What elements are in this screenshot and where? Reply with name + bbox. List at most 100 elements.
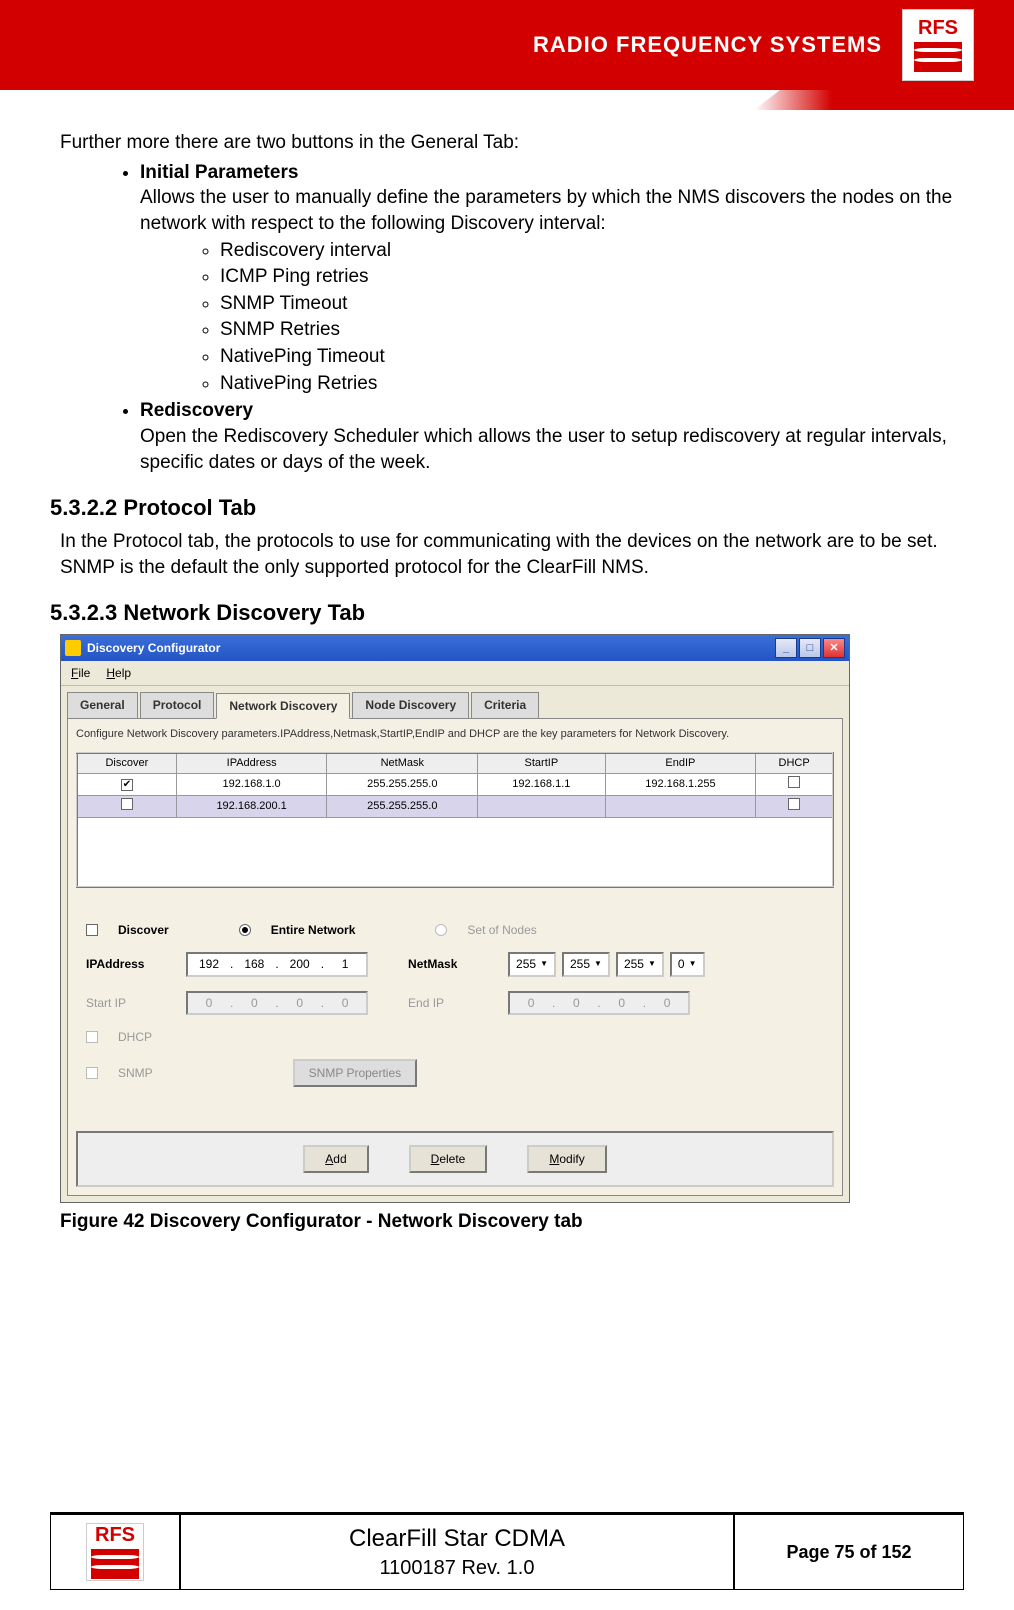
rfs-logo-text: RFS (918, 18, 958, 38)
cell-mask: 255.255.255.0 (327, 774, 478, 796)
tab-general[interactable]: General (67, 692, 138, 718)
intro-text: Further more there are two buttons in th… (60, 130, 964, 156)
label-ipaddress: IPAddress (86, 956, 166, 972)
heading-network-discovery-tab: 5.3.2.3 Network Discovery Tab (50, 598, 964, 628)
endip-input: 0. 0. 0. 0 (508, 991, 690, 1015)
discover-checkbox-form[interactable] (86, 924, 98, 936)
figure-caption: Figure 42 Discovery Configurator - Netwo… (60, 1209, 964, 1235)
rfs-logo-footer: RFS (86, 1523, 144, 1581)
th-ipaddress[interactable]: IPAddress (176, 753, 327, 773)
radio-entire-network[interactable] (239, 924, 251, 936)
th-discover[interactable]: Discover (77, 753, 176, 773)
minimize-button[interactable]: _ (775, 638, 797, 658)
label-netmask: NetMask (408, 956, 488, 972)
chevron-down-icon: ▼ (648, 959, 656, 970)
chevron-down-icon: ▼ (540, 959, 548, 970)
bullet-desc: Allows the user to manually define the p… (140, 187, 952, 234)
titlebar[interactable]: Discovery Configurator _ □ ✕ (61, 635, 849, 661)
th-netmask[interactable]: NetMask (327, 753, 478, 773)
menu-file[interactable]: File (71, 665, 90, 681)
cell-mask: 255.255.255.0 (327, 795, 478, 817)
label-set-of-nodes: Set of Nodes (467, 922, 536, 938)
cell-endip (605, 795, 756, 817)
bullet-initial-parameters: Initial Parameters Allows the user to ma… (140, 160, 964, 397)
chevron-down-icon: ▼ (689, 959, 697, 970)
snmp-checkbox-form (86, 1067, 98, 1079)
tab-network-discovery[interactable]: Network Discovery (216, 693, 350, 719)
add-button[interactable]: Add (303, 1145, 368, 1173)
footer-title: ClearFill Star CDMA (349, 1525, 565, 1553)
bullet-title: Initial Parameters (140, 162, 298, 183)
tab-protocol[interactable]: Protocol (140, 692, 215, 718)
label-startip: Start IP (86, 995, 166, 1011)
button-row: Add Delete Modify (76, 1131, 834, 1187)
rfs-logo-waves-icon (914, 42, 962, 72)
table-row[interactable]: 192.168.1.0 255.255.255.0 192.168.1.1 19… (77, 774, 833, 796)
sub-list: Rediscovery interval ICMP Ping retries S… (180, 238, 964, 397)
netmask-octet-select[interactable]: 0▼ (670, 952, 705, 976)
th-startip[interactable]: StartIP (478, 753, 605, 773)
modify-button[interactable]: Modify (527, 1145, 606, 1173)
discover-checkbox[interactable] (121, 779, 133, 791)
discover-checkbox[interactable] (121, 798, 133, 810)
chevron-down-icon: ▼ (594, 959, 602, 970)
ipaddress-input[interactable]: 192. 168. 200. 1 (186, 952, 368, 976)
cell-endip: 192.168.1.255 (605, 774, 756, 796)
subitem: NativePing Timeout (220, 344, 964, 370)
subitem: ICMP Ping retries (220, 264, 964, 290)
dhcp-checkbox[interactable] (788, 798, 800, 810)
table-row-empty (77, 817, 833, 887)
rfs-logo: RFS (902, 9, 974, 81)
rfs-logo-text: RFS (95, 1525, 135, 1545)
bullet-title: Rediscovery (140, 400, 253, 421)
label-dhcp: DHCP (118, 1029, 152, 1045)
label-snmp: SNMP (118, 1065, 153, 1081)
protocol-tab-text: In the Protocol tab, the protocols to us… (60, 529, 964, 580)
snmp-properties-button: SNMP Properties (293, 1059, 417, 1087)
table-row[interactable]: 192.168.200.1 255.255.255.0 (77, 795, 833, 817)
dhcp-checkbox[interactable] (788, 776, 800, 788)
brand-text: RADIO FREQUENCY SYSTEMS (533, 32, 882, 58)
th-dhcp[interactable]: DHCP (756, 753, 833, 773)
tab-node-discovery[interactable]: Node Discovery (352, 692, 469, 718)
subitem: NativePing Retries (220, 371, 964, 397)
cell-startip: 192.168.1.1 (478, 774, 605, 796)
subitem: SNMP Retries (220, 317, 964, 343)
footer-title-cell: ClearFill Star CDMA 1100187 Rev. 1.0 (180, 1514, 734, 1590)
panel-description: Configure Network Discovery parameters.I… (76, 727, 834, 742)
bullet-desc: Open the Rediscovery Scheduler which all… (140, 426, 947, 473)
subitem: Rediscovery interval (220, 238, 964, 264)
bullet-rediscovery: Rediscovery Open the Rediscovery Schedul… (140, 398, 964, 475)
tabbar: General Protocol Network Discovery Node … (67, 692, 843, 718)
rfs-logo-waves-icon (91, 1549, 139, 1579)
footer-subtitle: 1100187 Rev. 1.0 (380, 1557, 535, 1580)
radio-set-of-nodes[interactable] (435, 924, 447, 936)
cell-ip: 192.168.1.0 (176, 774, 327, 796)
brand-banner: RADIO FREQUENCY SYSTEMS RFS (0, 0, 1014, 90)
netmask-octet-select[interactable]: 255▼ (508, 952, 556, 976)
footer-logo-cell: RFS (50, 1514, 180, 1590)
window-title: Discovery Configurator (87, 640, 773, 656)
close-button[interactable]: ✕ (823, 638, 845, 658)
tab-panel: Configure Network Discovery parameters.I… (67, 718, 843, 1196)
netmask-selects: 255▼ 255▼ 255▼ 0▼ (508, 952, 704, 976)
maximize-button[interactable]: □ (799, 638, 821, 658)
subitem: SNMP Timeout (220, 291, 964, 317)
cell-ip: 192.168.200.1 (176, 795, 327, 817)
netmask-octet-select[interactable]: 255▼ (562, 952, 610, 976)
cell-startip (478, 795, 605, 817)
bullet-list: Initial Parameters Allows the user to ma… (100, 160, 964, 476)
tab-criteria[interactable]: Criteria (471, 692, 539, 718)
discovery-configurator-window: Discovery Configurator _ □ ✕ File Help G… (60, 634, 850, 1203)
netmask-octet-select[interactable]: 255▼ (616, 952, 664, 976)
menu-help[interactable]: Help (106, 665, 131, 681)
startip-input: 0. 0. 0. 0 (186, 991, 368, 1015)
heading-protocol-tab: 5.3.2.2 Protocol Tab (50, 493, 964, 523)
dhcp-checkbox-form (86, 1031, 98, 1043)
delete-button[interactable]: Delete (409, 1145, 488, 1173)
menubar: File Help (61, 661, 849, 686)
page-number: Page 75 of 152 (786, 1542, 911, 1563)
th-endip[interactable]: EndIP (605, 753, 756, 773)
label-discover: Discover (118, 922, 169, 938)
footer-page-cell: Page 75 of 152 (734, 1514, 964, 1590)
